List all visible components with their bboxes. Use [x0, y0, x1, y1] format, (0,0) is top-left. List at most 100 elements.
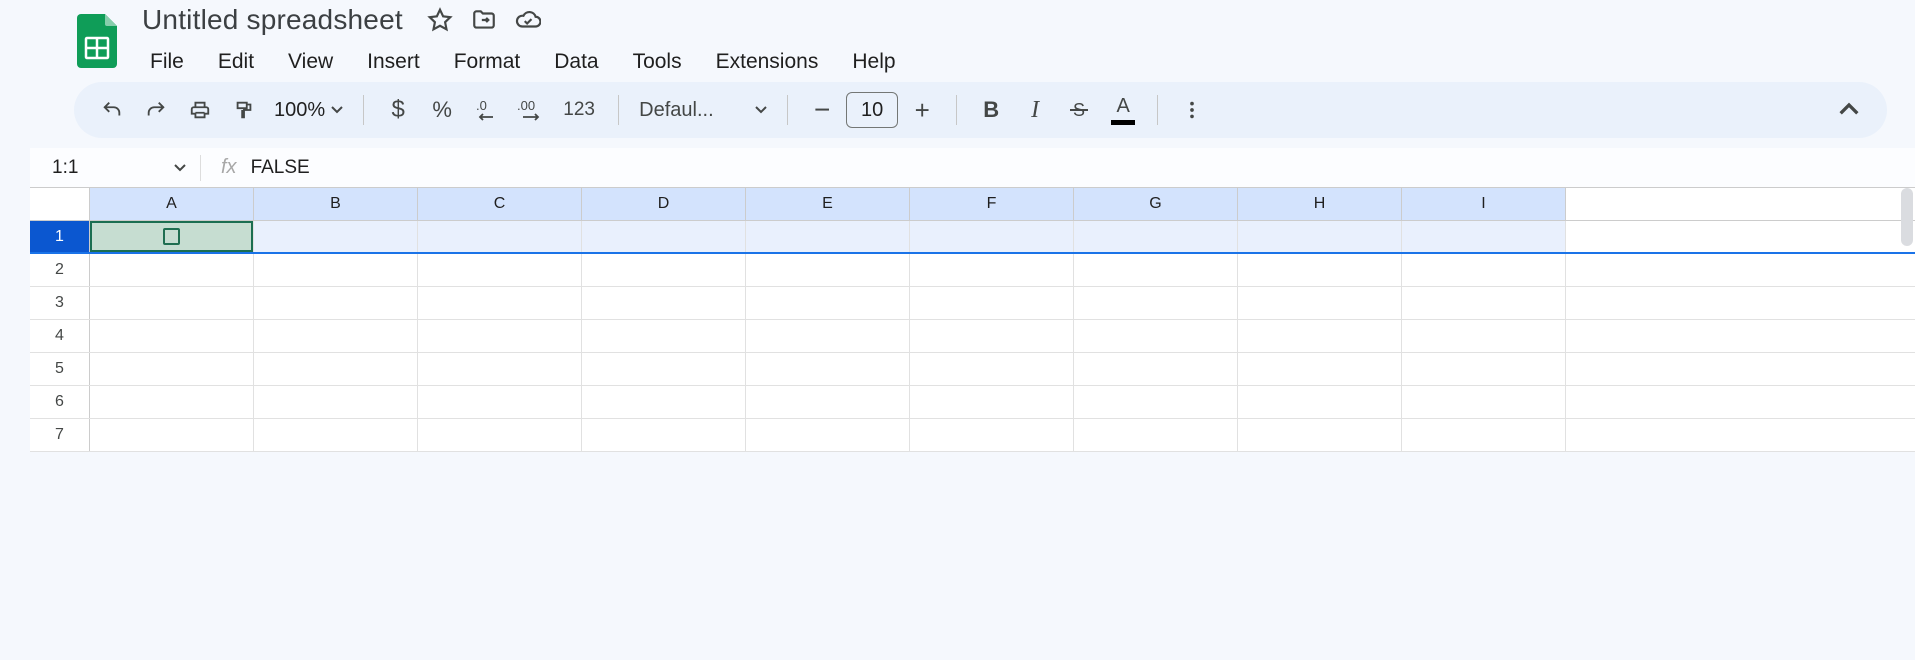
- cell[interactable]: [1402, 419, 1566, 451]
- paint-format-button[interactable]: [224, 90, 264, 130]
- cell[interactable]: [1074, 419, 1238, 451]
- cell[interactable]: [582, 386, 746, 418]
- column-header[interactable]: C: [418, 188, 582, 220]
- cell[interactable]: [1238, 419, 1402, 451]
- column-header[interactable]: F: [910, 188, 1074, 220]
- cell[interactable]: [1238, 221, 1402, 252]
- increase-decimal-button[interactable]: .00: [510, 90, 550, 130]
- collapse-toolbar-button[interactable]: [1829, 90, 1869, 130]
- column-header[interactable]: B: [254, 188, 418, 220]
- cell[interactable]: [1074, 320, 1238, 352]
- vertical-scroll-thumb[interactable]: [1901, 188, 1913, 246]
- cell[interactable]: [1238, 386, 1402, 418]
- column-header[interactable]: E: [746, 188, 910, 220]
- cell[interactable]: [1402, 287, 1566, 319]
- cell[interactable]: [418, 386, 582, 418]
- menu-extensions[interactable]: Extensions: [702, 44, 833, 80]
- redo-button[interactable]: [136, 90, 176, 130]
- strikethrough-button[interactable]: S: [1059, 90, 1099, 130]
- cell[interactable]: [90, 386, 254, 418]
- number-format-button[interactable]: 123: [554, 90, 604, 130]
- cell[interactable]: [90, 320, 254, 352]
- cell[interactable]: [90, 419, 254, 451]
- cell[interactable]: [254, 221, 418, 252]
- percent-button[interactable]: %: [422, 90, 462, 130]
- cell[interactable]: [746, 353, 910, 385]
- menu-tools[interactable]: Tools: [619, 44, 696, 80]
- cell[interactable]: [1238, 287, 1402, 319]
- cell[interactable]: [582, 221, 746, 252]
- cell[interactable]: [910, 353, 1074, 385]
- cell[interactable]: [910, 254, 1074, 286]
- cell[interactable]: [1074, 254, 1238, 286]
- cell[interactable]: [910, 287, 1074, 319]
- cell[interactable]: [746, 320, 910, 352]
- undo-button[interactable]: [92, 90, 132, 130]
- cell[interactable]: [910, 221, 1074, 252]
- select-all-corner[interactable]: [30, 188, 90, 220]
- font-family-select[interactable]: Defaul...: [633, 99, 773, 122]
- cell[interactable]: [910, 386, 1074, 418]
- menu-view[interactable]: View: [274, 44, 347, 80]
- formula-input[interactable]: [251, 157, 1915, 179]
- menu-data[interactable]: Data: [540, 44, 612, 80]
- cell[interactable]: [1402, 254, 1566, 286]
- cell[interactable]: [254, 254, 418, 286]
- cell[interactable]: [582, 419, 746, 451]
- cell[interactable]: [746, 254, 910, 286]
- column-header[interactable]: G: [1074, 188, 1238, 220]
- cell[interactable]: [418, 221, 582, 252]
- cell[interactable]: [1074, 353, 1238, 385]
- column-header[interactable]: I: [1402, 188, 1566, 220]
- cell[interactable]: [582, 320, 746, 352]
- cell[interactable]: [254, 419, 418, 451]
- menu-insert[interactable]: Insert: [353, 44, 434, 80]
- cell[interactable]: [1238, 353, 1402, 385]
- move-icon[interactable]: [471, 7, 497, 33]
- cell[interactable]: [1402, 353, 1566, 385]
- cell[interactable]: [582, 287, 746, 319]
- menu-format[interactable]: Format: [440, 44, 535, 80]
- cloud-status-icon[interactable]: [515, 7, 541, 33]
- currency-button[interactable]: $: [378, 90, 418, 130]
- column-header[interactable]: A: [90, 188, 254, 220]
- row-header[interactable]: 4: [30, 320, 90, 352]
- cell[interactable]: [746, 287, 910, 319]
- cell[interactable]: [1238, 254, 1402, 286]
- more-button[interactable]: [1172, 90, 1212, 130]
- cell[interactable]: [1402, 221, 1566, 252]
- cell[interactable]: [254, 386, 418, 418]
- cell[interactable]: [1402, 386, 1566, 418]
- cell[interactable]: [910, 320, 1074, 352]
- cell[interactable]: [90, 254, 254, 286]
- cell[interactable]: [90, 287, 254, 319]
- cell[interactable]: [1074, 287, 1238, 319]
- font-size-input[interactable]: [846, 92, 898, 128]
- menu-edit[interactable]: Edit: [204, 44, 268, 80]
- row-header[interactable]: 3: [30, 287, 90, 319]
- cell[interactable]: [582, 353, 746, 385]
- menu-help[interactable]: Help: [838, 44, 909, 80]
- zoom-select[interactable]: 100%: [268, 99, 349, 122]
- cell[interactable]: [1074, 386, 1238, 418]
- column-header[interactable]: H: [1238, 188, 1402, 220]
- decrease-decimal-button[interactable]: .0: [466, 90, 506, 130]
- cell[interactable]: [746, 221, 910, 252]
- cell[interactable]: [746, 386, 910, 418]
- italic-button[interactable]: I: [1015, 90, 1055, 130]
- cell[interactable]: [418, 320, 582, 352]
- cell[interactable]: [910, 419, 1074, 451]
- cell[interactable]: [418, 254, 582, 286]
- row-header[interactable]: 1: [30, 221, 90, 252]
- cell[interactable]: [582, 254, 746, 286]
- cell[interactable]: [254, 287, 418, 319]
- print-button[interactable]: [180, 90, 220, 130]
- cell[interactable]: [254, 320, 418, 352]
- increase-font-size-button[interactable]: +: [902, 90, 942, 130]
- sheets-logo[interactable]: [74, 12, 120, 70]
- cell[interactable]: [1402, 320, 1566, 352]
- cell[interactable]: [254, 353, 418, 385]
- cell[interactable]: [418, 287, 582, 319]
- decrease-font-size-button[interactable]: −: [802, 90, 842, 130]
- cell[interactable]: [418, 419, 582, 451]
